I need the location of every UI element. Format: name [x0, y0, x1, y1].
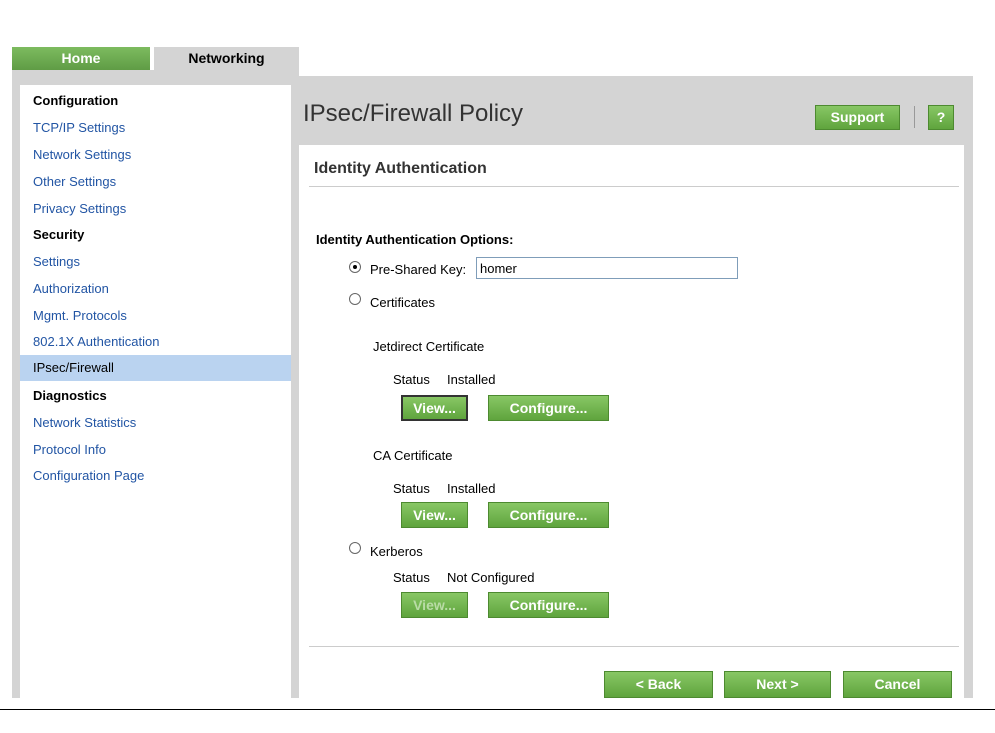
kerberos-status-label: Status: [393, 570, 430, 585]
nav-item-label: IPsec/Firewall: [33, 360, 114, 375]
ca-view-button[interactable]: View...: [401, 502, 468, 528]
nav-item-8021x-authentication[interactable]: 802.1X Authentication: [33, 334, 160, 349]
tab-networking[interactable]: Networking: [154, 47, 299, 70]
nav-item-network-settings[interactable]: Network Settings: [33, 147, 131, 162]
tab-home[interactable]: Home: [12, 47, 152, 70]
ca-certificate-label: CA Certificate: [373, 448, 453, 463]
certificates-label: Certificates: [370, 295, 436, 310]
help-button[interactable]: ?: [928, 105, 954, 130]
kerberos-configure-button[interactable]: Configure...: [488, 592, 609, 618]
next-button[interactable]: Next >: [724, 671, 831, 698]
ca-configure-button[interactable]: Configure...: [488, 502, 609, 528]
certificates-radio[interactable]: [349, 293, 361, 305]
kerberos-status-value: Not Configured: [447, 570, 535, 585]
ca-status-value: Installed: [447, 481, 496, 496]
psk-input[interactable]: [476, 257, 738, 279]
footer-divider: [309, 646, 959, 647]
nav-item-privacy-settings[interactable]: Privacy Settings: [33, 201, 126, 216]
jetdirect-certificate-label: Jetdirect Certificate: [373, 339, 485, 354]
section-divider: [309, 186, 959, 187]
kerberos-label: Kerberos: [370, 544, 423, 559]
jetdirect-view-button[interactable]: View...: [401, 395, 468, 421]
nav-item-configuration-page[interactable]: Configuration Page: [33, 468, 144, 483]
psk-radio[interactable]: [349, 261, 361, 273]
window-bottom-border: [0, 709, 995, 710]
jetdirect-configure-button[interactable]: Configure...: [488, 395, 609, 421]
divider: [914, 106, 915, 128]
section-title: Identity Authentication: [314, 160, 487, 177]
ca-status-label: Status: [393, 481, 430, 496]
kerberos-view-button: View...: [401, 592, 468, 618]
nav-item-settings[interactable]: Settings: [33, 254, 80, 269]
support-button[interactable]: Support: [815, 105, 900, 130]
jetdirect-status-value: Installed: [447, 372, 496, 387]
cancel-button[interactable]: Cancel: [843, 671, 952, 698]
psk-label: Pre-Shared Key:: [370, 262, 467, 277]
nav-item-network-statistics[interactable]: Network Statistics: [33, 415, 136, 430]
nav-heading-diagnostics: Diagnostics: [33, 388, 107, 403]
nav-item-ipsec-firewall[interactable]: IPsec/Firewall: [20, 355, 291, 381]
sidebar-nav: Configuration TCP/IP Settings Network Se…: [20, 85, 291, 698]
content-panel: [299, 145, 964, 698]
page-title: IPsec/Firewall Policy: [303, 100, 524, 127]
nav-item-mgmt-protocols[interactable]: Mgmt. Protocols: [33, 308, 127, 323]
nav-item-authorization[interactable]: Authorization: [33, 281, 109, 296]
back-button[interactable]: < Back: [604, 671, 713, 698]
nav-heading-configuration: Configuration: [33, 93, 119, 108]
kerberos-radio[interactable]: [349, 542, 361, 554]
nav-item-protocol-info[interactable]: Protocol Info: [33, 442, 106, 457]
nav-heading-security: Security: [33, 227, 85, 242]
nav-item-other-settings[interactable]: Other Settings: [33, 174, 116, 189]
options-title: Identity Authentication Options:: [316, 232, 514, 247]
jetdirect-status-label: Status: [393, 372, 430, 387]
nav-item-tcpip-settings[interactable]: TCP/IP Settings: [33, 120, 125, 135]
